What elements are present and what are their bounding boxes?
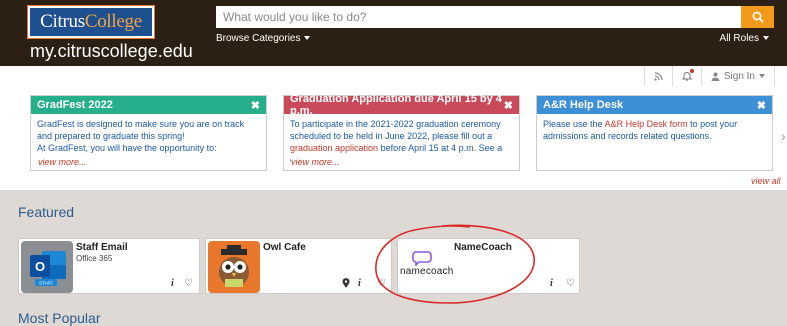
browse-categories-dropdown[interactable]: Browse Categories	[216, 33, 311, 44]
app-card-owl-cafe[interactable]: Owl Cafe i ♡	[205, 238, 392, 294]
announcement-card-gradfest: GradFest 2022 ✖ GradFest is designed to …	[30, 95, 267, 171]
close-icon[interactable]: ✖	[251, 99, 260, 112]
heart-icon[interactable]: ♡	[566, 278, 575, 289]
graduation-application-link[interactable]: graduation application	[290, 143, 378, 153]
svg-text:O: O	[35, 259, 45, 274]
announcement-title: Graduation Application due April 15 by 4…	[290, 93, 502, 117]
announcement-text: GradFest is designed to make sure you ar…	[37, 119, 245, 141]
app-subtitle: Office 365	[76, 254, 113, 263]
outlook-icon: O STAFF	[21, 241, 73, 293]
announcement-title: A&R Help Desk	[543, 99, 624, 111]
notification-indicator	[689, 69, 694, 73]
heart-icon[interactable]: ♡	[184, 278, 193, 289]
sign-in-label: Sign In	[723, 70, 755, 82]
logo-text-citrus: Citrus	[40, 11, 85, 32]
heart-icon[interactable]: ♡	[377, 278, 386, 289]
info-icon[interactable]: i	[550, 278, 553, 289]
caret-down-icon	[763, 36, 769, 41]
owl-icon	[208, 241, 260, 293]
close-icon[interactable]: ✖	[504, 99, 513, 112]
notifications-button[interactable]	[671, 66, 701, 86]
browse-categories-label: Browse Categories	[216, 33, 301, 44]
announcement-text: To participate in the 2021-2022 graduati…	[290, 119, 501, 141]
site-header: CitrusCollege my.citruscollege.edu Brows…	[0, 0, 787, 66]
caret-down-icon	[304, 36, 311, 41]
site-url: my.citruscollege.edu	[30, 41, 193, 61]
logo-text-college: College	[84, 11, 142, 32]
app-card-namecoach[interactable]: NameCoach namecoach i ♡	[397, 238, 580, 294]
featured-heading: Featured	[18, 204, 75, 220]
help-desk-form-link[interactable]: A&R Help Desk form	[605, 119, 688, 129]
utility-toolbar: Sign In	[643, 66, 775, 86]
announcement-header: Graduation Application due April 15 by 4…	[284, 93, 519, 117]
close-icon[interactable]: ✖	[757, 99, 766, 112]
map-marker-icon[interactable]	[342, 278, 350, 291]
view-more-link[interactable]: view more...	[291, 157, 340, 167]
view-all-link[interactable]: view all	[751, 176, 781, 186]
all-roles-label: All Roles	[719, 33, 759, 44]
caret-down-icon	[759, 74, 765, 78]
announcement-card-graduation: Graduation Application due April 15 by 4…	[283, 93, 520, 171]
citrus-college-logo[interactable]: Citrus College	[27, 5, 155, 39]
announcement-header: GradFest 2022 ✖	[31, 96, 266, 114]
announcement-header: A&R Help Desk ✖	[537, 96, 772, 114]
app-name: NameCoach	[454, 242, 512, 253]
app-name: Owl Cafe	[263, 242, 306, 253]
rss-button[interactable]	[643, 66, 672, 86]
announcement-body: Please use the A&R Help Desk form to pos…	[537, 114, 772, 171]
rss-icon	[654, 71, 663, 81]
search-input[interactable]	[216, 6, 741, 28]
all-roles-dropdown[interactable]: All Roles	[720, 33, 769, 44]
view-more-link[interactable]: view more...	[38, 157, 87, 167]
namecoach-logo-text: namecoach	[400, 266, 454, 277]
app-name: Staff Email	[76, 242, 128, 253]
announcement-card-ar-help-desk: A&R Help Desk ✖ Please use the A&R Help …	[536, 95, 773, 171]
most-popular-heading: Most Popular	[18, 310, 101, 326]
user-icon	[711, 72, 720, 81]
search-icon	[752, 11, 764, 23]
announcement-text: Please use the	[543, 119, 603, 129]
svg-text:STAFF: STAFF	[39, 281, 53, 286]
info-icon[interactable]: i	[358, 278, 361, 289]
announcement-title: GradFest 2022	[37, 99, 113, 111]
chevron-right-icon[interactable]: ›	[781, 128, 786, 144]
search-button[interactable]	[741, 6, 774, 28]
info-icon[interactable]: i	[171, 278, 174, 289]
sign-in-button[interactable]: Sign In	[700, 66, 775, 86]
app-card-staff-email[interactable]: O STAFF Staff Email Office 365 i ♡	[18, 238, 200, 294]
announcement-text: At GradFest, you will have the opportuni…	[37, 143, 217, 153]
